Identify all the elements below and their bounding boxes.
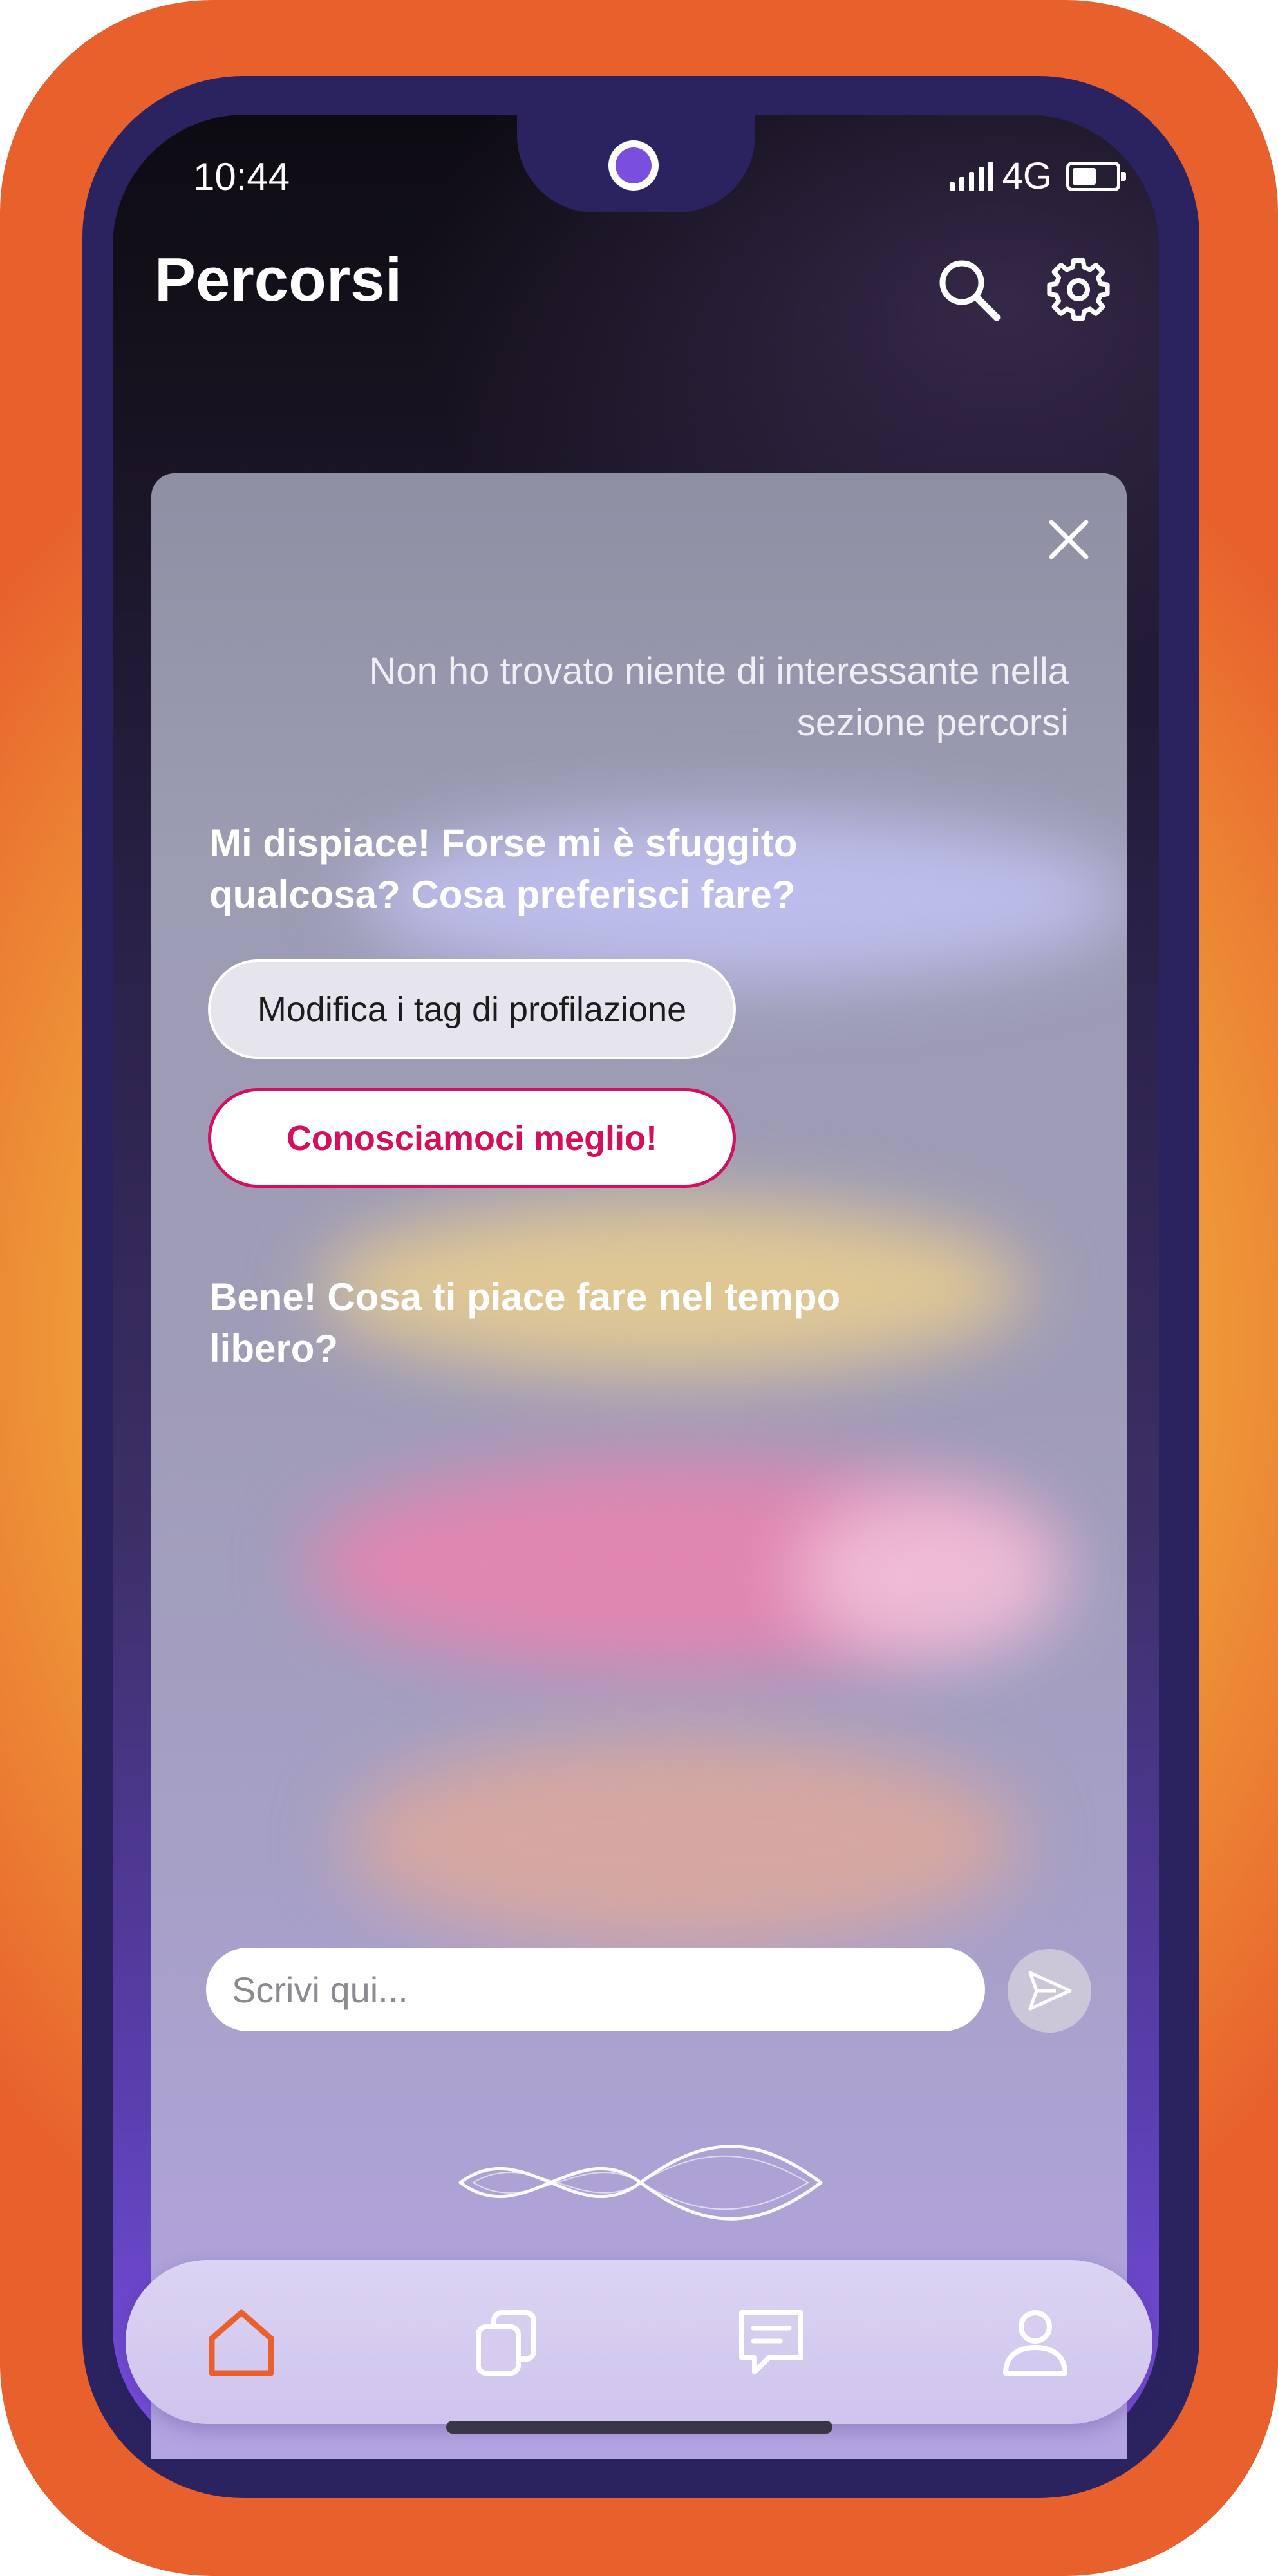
close-icon: [1049, 520, 1089, 559]
status-time: 10:44: [193, 155, 290, 198]
send-icon: [1028, 1971, 1072, 2011]
edit-tags-button[interactable]: Modifica i tag di profilazione: [208, 959, 736, 1059]
page-title: Percorsi: [155, 245, 402, 314]
copy-icon: [476, 2310, 536, 2376]
network-type: 4G: [1002, 155, 1052, 197]
front-camera: [608, 140, 659, 191]
nav-chat[interactable]: [726, 2297, 816, 2387]
close-button[interactable]: [1040, 511, 1098, 569]
signal-icon: [949, 161, 993, 191]
nav-home[interactable]: [196, 2297, 287, 2387]
user-message: Non ho trovato niente di interessante ne…: [369, 650, 1069, 744]
search-button[interactable]: [934, 254, 1004, 325]
battery-icon: [1066, 161, 1126, 191]
home-indicator: [446, 2421, 832, 2434]
user-icon: [1003, 2310, 1067, 2376]
bottom-navigation: [126, 2260, 1152, 2424]
nav-profile[interactable]: [990, 2297, 1080, 2387]
status-indicators: 4G: [949, 155, 1126, 198]
search-icon: [939, 260, 1001, 321]
home-icon: [209, 2309, 274, 2376]
settings-button[interactable]: [1043, 254, 1114, 325]
gear-icon: [1047, 258, 1110, 321]
get-to-know-button[interactable]: Conosciamoci meglio!: [208, 1088, 736, 1188]
voice-wave-icon: [458, 2145, 823, 2221]
send-button[interactable]: [1008, 1949, 1091, 2033]
bot-message: Mi dispiace! Forse mi è sfuggito qualcos…: [209, 822, 798, 916]
message-input[interactable]: [206, 1948, 985, 2031]
nav-copy[interactable]: [462, 2297, 552, 2387]
bot-message: Bene! Cosa ti piace fare nel tempo liber…: [209, 1275, 841, 1370]
chat-panel: Non ho trovato niente di interessante ne…: [151, 473, 1127, 2459]
chat-icon: [739, 2310, 803, 2374]
